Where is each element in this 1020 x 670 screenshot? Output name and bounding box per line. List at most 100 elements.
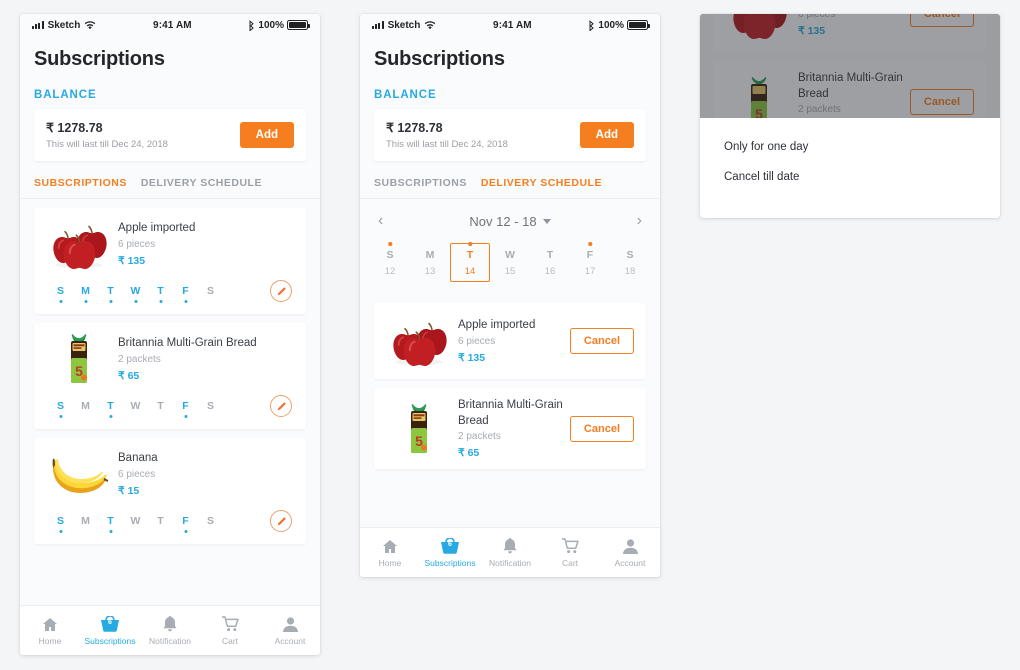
weekday-tue[interactable]: T [98,400,123,412]
calendar-day-18[interactable]: S 18 [610,243,650,282]
weekday-selector: S M T W T F S [46,502,294,544]
calendar-day-13[interactable]: M 13 [410,243,450,282]
chevron-down-icon [542,218,551,224]
nav-notification[interactable]: Notification [480,537,540,568]
person-icon [282,615,298,633]
calendar-dow: S [386,249,394,261]
weekday-tue[interactable]: T [98,285,123,297]
status-bar: Sketch 9:41 AM 100% [360,14,660,36]
apples-image [46,216,112,272]
apples-image [386,313,452,369]
clock-label: 9:41 AM [493,19,532,31]
weekday-mon[interactable]: M [73,515,98,527]
weekday-sat[interactable]: S [198,400,223,412]
basket-icon: 6 [440,537,460,555]
calendar-day-16[interactable]: T 16 [530,243,570,282]
weekday-sat[interactable]: S [198,285,223,297]
nav-cart[interactable]: Cart [200,615,260,646]
nav-account[interactable]: Account [600,537,660,568]
basket-icon: 6 [100,615,120,633]
calendar-day-15[interactable]: W 15 [490,243,530,282]
tab-subscriptions[interactable]: SUBSCRIPTIONS [34,177,127,189]
action-cancel-till-date[interactable]: Cancel till date [724,162,976,192]
weekday-thu[interactable]: T [148,400,173,412]
weekday-tue[interactable]: T [98,515,123,527]
nav-label: Account [614,558,646,568]
tab-subscriptions[interactable]: SUBSCRIPTIONS [374,177,467,189]
subscription-card[interactable]: Apple imported 6 pieces ₹ 135 S M T W T … [34,208,306,314]
weekday-fri[interactable]: F [173,400,198,412]
weekday-selector: S M T W T F S [46,387,294,429]
battery-icon [287,20,310,30]
delivery-dot-icon [588,242,592,246]
status-bar: Sketch 9:41 AM 100% [20,14,320,36]
calendar-day-17[interactable]: F 17 [570,242,610,282]
edit-subscription-button[interactable] [270,395,292,417]
calendar-header: ‹ Nov 12 - 18 › [360,199,660,235]
add-balance-button[interactable]: Add [239,122,294,148]
item-name: Britannia Multi-Grain Bread [458,399,563,427]
cart-icon [561,537,579,555]
nav-label: Notification [488,558,532,568]
cancel-delivery-button[interactable]: Cancel [569,328,634,354]
weekday-fri[interactable]: F [173,285,198,297]
calendar-date: 18 [624,266,636,277]
item-price: ₹ 135 [118,254,146,267]
nav-label: Account [274,636,306,646]
cancel-delivery-button[interactable]: Cancel [569,415,634,442]
add-balance-button[interactable]: Add [579,122,634,148]
weekday-sun[interactable]: S [48,400,73,412]
weekday-wed[interactable]: W [123,400,148,412]
pencil-icon [277,401,286,410]
calendar-dow: W [505,249,515,261]
nav-cart[interactable]: Cart [540,537,600,568]
calendar-date: 12 [384,266,396,277]
calendar-range-selector[interactable]: Nov 12 - 18 [469,214,551,229]
tab-delivery-schedule[interactable]: DELIVERY SCHEDULE [481,177,602,189]
subscription-card[interactable]: Banana 6 pieces ₹ 15 S M T W T F S [34,438,306,544]
pencil-icon [277,286,286,295]
weekday-thu[interactable]: T [148,285,173,297]
nav-label: Subscriptions [424,558,476,568]
action-only-for-one-day[interactable]: Only for one day [724,132,976,162]
schedule-card[interactable]: Apple imported 6 pieces ₹ 135 Cancel [374,303,646,379]
bluetooth-icon [249,19,255,31]
nav-label: Cart [561,558,579,568]
nav-home[interactable]: Home [20,615,80,646]
weekday-wed[interactable]: W [123,285,148,297]
nav-notification[interactable]: Notification [140,615,200,646]
wifi-icon [425,20,436,29]
balance-note: This will last till Dec 24, 2018 [46,139,168,150]
chevron-left-icon[interactable]: ‹ [378,213,383,229]
tab-delivery-schedule[interactable]: DELIVERY SCHEDULE [141,177,262,189]
schedule-card[interactable]: 5 Britannia Multi-Grain Bread 2 packets … [374,388,646,470]
bread-packet-image: 5 [386,401,452,457]
edit-subscription-button[interactable] [270,510,292,532]
weekday-sun[interactable]: S [48,285,73,297]
item-price: ₹ 135 [458,351,486,364]
nav-label: Home [378,558,402,568]
bottom-navigation: Home 6 Subscriptions Notification Cart A… [20,605,320,655]
subscription-card[interactable]: 5 Britannia Multi-Grain Bread 2 packets … [34,323,306,429]
weekday-thu[interactable]: T [148,515,173,527]
weekday-mon[interactable]: M [73,400,98,412]
item-quantity: 6 pieces [118,468,156,480]
nav-account[interactable]: Account [260,615,320,646]
edit-subscription-button[interactable] [270,280,292,302]
weekday-wed[interactable]: W [123,515,148,527]
calendar-day-12[interactable]: S 12 [370,242,410,282]
bread-packet-image: 5 [46,331,112,387]
chevron-right-icon[interactable]: › [637,213,642,229]
calendar-day-14[interactable]: T 14 [450,242,490,282]
nav-subscriptions[interactable]: 6 Subscriptions [420,537,480,568]
weekday-fri[interactable]: F [173,515,198,527]
page-title: Subscriptions [34,48,165,70]
weekday-sat[interactable]: S [198,515,223,527]
weekday-sun[interactable]: S [48,515,73,527]
phone-screen-cancel-action-sheet: Apple imported 6 pieces ₹ 135 Cancel 5 [700,14,1000,218]
home-icon [382,537,398,555]
nav-subscriptions[interactable]: 6 Subscriptions [80,615,140,646]
delivery-dot-icon [388,242,392,246]
weekday-mon[interactable]: M [73,285,98,297]
nav-home[interactable]: Home [360,537,420,568]
